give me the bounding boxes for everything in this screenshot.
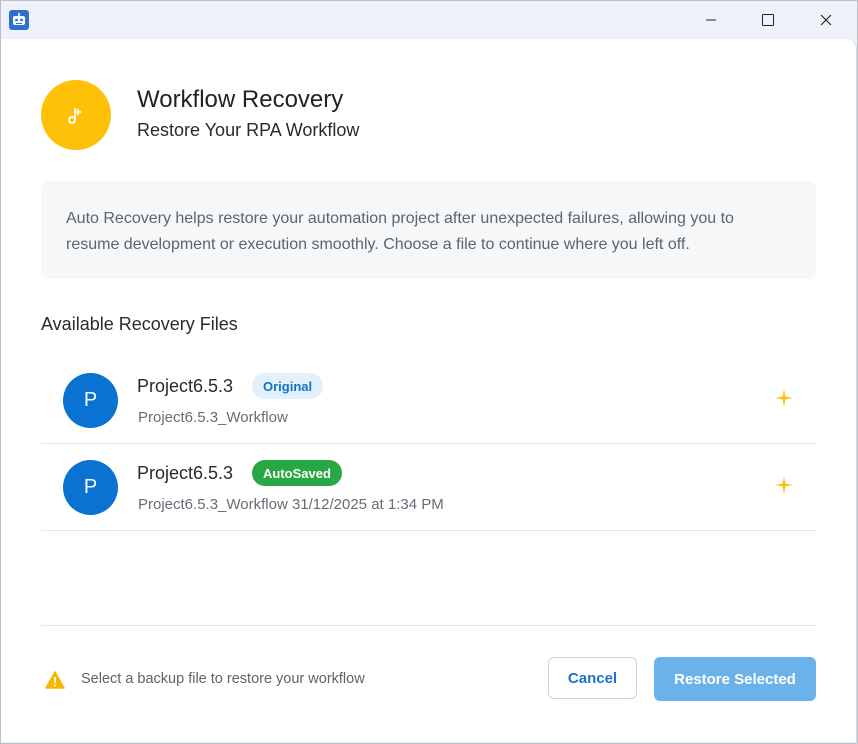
info-panel: Auto Recovery helps restore your automat… xyxy=(41,181,816,279)
info-text: Auto Recovery helps restore your automat… xyxy=(66,210,734,253)
restore-selected-button[interactable]: Restore Selected xyxy=(654,657,816,701)
title-bar xyxy=(1,1,857,39)
recovery-file-item[interactable]: P Project6.5.3 AutoSaved Project6.5.3_Wo… xyxy=(41,444,816,531)
maximize-button[interactable] xyxy=(745,1,791,39)
original-badge: Original xyxy=(252,373,324,399)
file-avatar: P xyxy=(63,460,118,515)
warning-icon xyxy=(45,671,65,689)
recovery-dialog: Workflow Recovery Restore Your RPA Workf… xyxy=(1,39,857,742)
file-detail: Project6.5.3_Workflow xyxy=(138,409,288,426)
dialog-subtitle: Restore Your RPA Workflow xyxy=(137,120,360,140)
cancel-button[interactable]: Cancel xyxy=(548,657,637,699)
file-name: Project6.5.3 xyxy=(137,376,234,396)
footer-hint: Select a backup file to restore your wor… xyxy=(81,671,365,687)
footer-divider xyxy=(41,625,816,626)
sparkle-icon xyxy=(68,108,81,124)
file-name: Project6.5.3 xyxy=(137,463,234,483)
sparkle-icon[interactable] xyxy=(774,475,794,495)
logo-badge xyxy=(41,80,111,150)
file-avatar: P xyxy=(63,373,118,428)
minimize-button[interactable] xyxy=(688,1,734,39)
sparkle-icon[interactable] xyxy=(774,388,794,408)
minimize-icon xyxy=(706,19,716,21)
close-button[interactable] xyxy=(803,1,849,39)
robot-icon xyxy=(9,10,29,30)
autosaved-badge: AutoSaved xyxy=(252,460,342,486)
dialog-title: Workflow Recovery xyxy=(137,86,344,113)
recovery-file-item[interactable]: P Project6.5.3 Original Project6.5.3_Wor… xyxy=(41,357,816,444)
recovery-window: Workflow Recovery Restore Your RPA Workf… xyxy=(0,0,858,744)
file-detail: Project6.5.3_Workflow 31/12/2025 at 1:34… xyxy=(138,496,444,513)
maximize-icon xyxy=(762,14,774,26)
section-title: Available Recovery Files xyxy=(41,314,238,334)
close-icon xyxy=(820,14,832,26)
